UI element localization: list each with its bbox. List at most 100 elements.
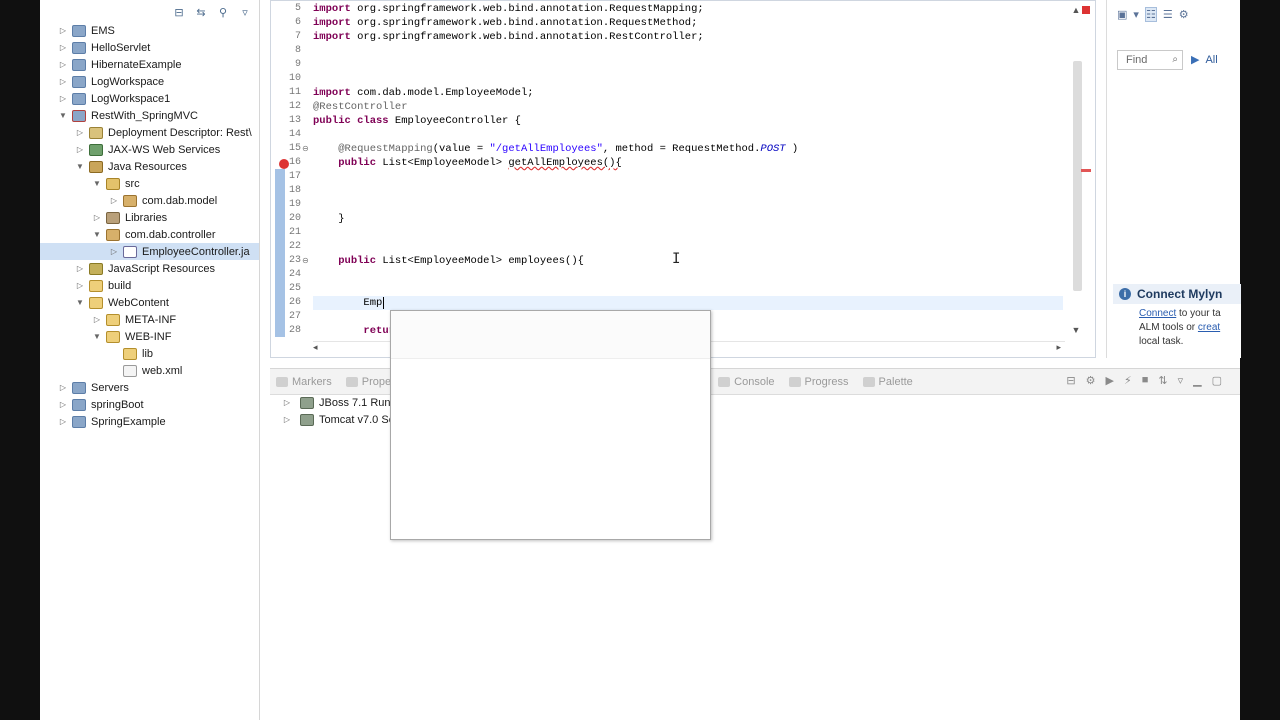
chevron-right-icon[interactable]: ▷ — [282, 411, 292, 428]
tree-item[interactable]: ▷ SpringExample — [40, 413, 259, 430]
code-line[interactable]: import org.springframework.web.bind.anno… — [313, 3, 704, 15]
tab-progress[interactable]: Progress — [783, 369, 857, 395]
tree-item[interactable]: ▷ EmployeeController.ja — [40, 243, 259, 260]
tree-item[interactable]: ▼ com.dab.controller — [40, 226, 259, 243]
collapse-icon[interactable]: ⊟ — [1066, 374, 1075, 387]
fold-icon[interactable]: ⊖ — [302, 256, 309, 265]
error-overview-marker[interactable] — [1081, 169, 1091, 172]
chevron-right-icon[interactable]: ▷ — [58, 413, 68, 430]
publish-icon[interactable]: ⇅ — [1158, 374, 1167, 387]
view-filter-icon[interactable]: ⚲ — [215, 4, 231, 20]
profile-server-icon[interactable]: ⚡ — [1124, 374, 1132, 387]
new-task-icon[interactable]: ▣ — [1117, 8, 1127, 21]
chevron-right-icon[interactable]: ▷ — [58, 39, 68, 56]
tree-item[interactable]: lib — [40, 345, 259, 362]
scheduled-icon[interactable]: ☰ — [1163, 8, 1173, 21]
java-editor[interactable]: 5 6 7 8 9 10 11 12 13 14 15 ⊖ 16 17 18 19 20 21 22 23 ⊖ 24 25 2… — [270, 0, 1096, 358]
chevron-right-icon[interactable]: ▷ — [109, 192, 119, 209]
tree-item[interactable]: ▷ Servers — [40, 379, 259, 396]
code-line[interactable]: public class EmployeeController { — [313, 115, 521, 127]
fold-icon[interactable]: ⊖ — [302, 144, 309, 153]
code-line[interactable]: import org.springframework.web.bind.anno… — [313, 31, 704, 43]
tree-item[interactable]: ▼ RestWith_SpringMVC — [40, 107, 259, 124]
chevron-right-icon[interactable] — [109, 345, 119, 362]
view-menu-icon[interactable]: ▿ — [1178, 374, 1184, 387]
all-filter[interactable]: ▶ All — [1191, 53, 1218, 66]
chevron-right-icon[interactable]: ▷ — [58, 90, 68, 107]
maximize-icon[interactable]: ▢ — [1212, 374, 1222, 387]
code-line[interactable]: import com.dab.model.EmployeeModel; — [313, 87, 534, 99]
scroll-left-icon[interactable]: ◂ — [313, 342, 318, 353]
tab-palette[interactable]: Palette — [857, 369, 921, 395]
create-link[interactable]: creat — [1198, 322, 1220, 333]
minimize-icon[interactable]: ▁ — [1193, 374, 1201, 387]
connect-link[interactable]: Connect — [1139, 308, 1176, 319]
tree-item[interactable]: ▷ springBoot — [40, 396, 259, 413]
tree-item[interactable]: ▷ com.dab.model — [40, 192, 259, 209]
chevron-down-icon[interactable]: ▼ — [92, 328, 102, 345]
chevron-right-icon[interactable]: ▷ — [58, 379, 68, 396]
tree-item[interactable]: ▼ src — [40, 175, 259, 192]
error-summary-icon[interactable] — [1082, 6, 1090, 14]
categorized-icon[interactable]: ☷ — [1144, 6, 1157, 22]
code-line[interactable]: public List<EmployeeModel> employees(){ — [313, 255, 584, 267]
dropdown-icon[interactable]: ▾ — [1133, 8, 1139, 21]
tree-item[interactable]: ▼ Java Resources — [40, 158, 259, 175]
chevron-down-icon[interactable]: ▼ — [75, 158, 85, 175]
tree-item[interactable]: ▼ WEB-INF — [40, 328, 259, 345]
chevron-right-icon[interactable]: ▷ — [58, 396, 68, 413]
focus-icon[interactable]: ⚙ — [1179, 8, 1189, 21]
stop-server-icon[interactable]: ■ — [1142, 374, 1149, 387]
chevron-right-icon[interactable]: ▷ — [92, 311, 102, 328]
chevron-right-icon[interactable]: ▷ — [92, 209, 102, 226]
code-line[interactable]: @RestController — [313, 101, 408, 113]
tree-item[interactable]: web.xml — [40, 362, 259, 379]
code-line[interactable]: @RequestMapping(value = "/getAllEmployee… — [313, 143, 798, 155]
tree-item[interactable]: ▼ WebContent — [40, 294, 259, 311]
tab-console[interactable]: Console — [712, 369, 782, 395]
link-with-editor-icon[interactable]: ⇆ — [193, 4, 209, 20]
tree-item[interactable]: ▷ HibernateExample — [40, 56, 259, 73]
tree-item[interactable]: ▷ HelloServlet — [40, 39, 259, 56]
tree-item[interactable]: ▷ LogWorkspace1 — [40, 90, 259, 107]
chevron-down-icon[interactable]: ▼ — [92, 226, 102, 243]
tree-item[interactable]: ▷ Libraries — [40, 209, 259, 226]
chevron-right-icon[interactable]: ▷ — [58, 22, 68, 39]
tree-item[interactable]: ▷ build — [40, 277, 259, 294]
tree-item[interactable]: ▷ JavaScript Resources — [40, 260, 259, 277]
chevron-right-icon[interactable]: ▷ — [282, 394, 292, 411]
search-icon[interactable]: ⌕ — [1172, 54, 1178, 65]
chevron-down-icon[interactable]: ▼ — [92, 175, 102, 192]
tree-item[interactable]: ▷ Deployment Descriptor: Rest\ — [40, 124, 259, 141]
tree-item[interactable]: ▷ EMS — [40, 22, 259, 39]
code-line[interactable]: } — [313, 213, 344, 225]
code-line[interactable]: Emp​ — [313, 297, 385, 309]
chevron-down-icon[interactable]: ▼ — [58, 107, 68, 124]
scroll-right-icon[interactable]: ▸ — [1056, 342, 1061, 353]
tree-item[interactable]: ▷ JAX-WS Web Services — [40, 141, 259, 158]
view-menu-icon[interactable]: ▿ — [237, 4, 253, 20]
chevron-right-icon[interactable]: ▷ — [58, 73, 68, 90]
code-line[interactable]: import org.springframework.web.bind.anno… — [313, 17, 697, 29]
debug-server-icon[interactable]: ⚙ — [1086, 374, 1096, 387]
tab-markers[interactable]: Markers — [270, 369, 340, 395]
chevron-right-icon[interactable]: ▷ — [75, 141, 85, 158]
chevron-right-icon[interactable]: ▷ — [75, 124, 85, 141]
task-find-field[interactable]: Find ⌕ — [1117, 50, 1183, 70]
chevron-right-icon[interactable]: ▷ — [75, 277, 85, 294]
tree-item[interactable]: ▷ META-INF — [40, 311, 259, 328]
code-token: , method = RequestMethod. — [602, 143, 761, 155]
error-icon[interactable] — [279, 159, 289, 169]
code-line[interactable]: public List<EmployeeModel> getAllEmploye… — [313, 157, 622, 169]
chevron-right-icon[interactable]: ▷ — [109, 243, 119, 260]
content-assist-popup[interactable] — [390, 310, 711, 540]
chevron-right-icon[interactable]: ▷ — [58, 56, 68, 73]
content-assist-header — [391, 311, 710, 359]
tree-item[interactable]: ▷ LogWorkspace — [40, 73, 259, 90]
collapse-all-icon[interactable]: ⊟ — [171, 4, 187, 20]
chevron-right-icon[interactable]: ▷ — [75, 260, 85, 277]
start-server-icon[interactable]: ▶ — [1106, 374, 1114, 387]
chevron-right-icon[interactable] — [109, 362, 119, 379]
chevron-down-icon[interactable]: ▼ — [75, 294, 85, 311]
